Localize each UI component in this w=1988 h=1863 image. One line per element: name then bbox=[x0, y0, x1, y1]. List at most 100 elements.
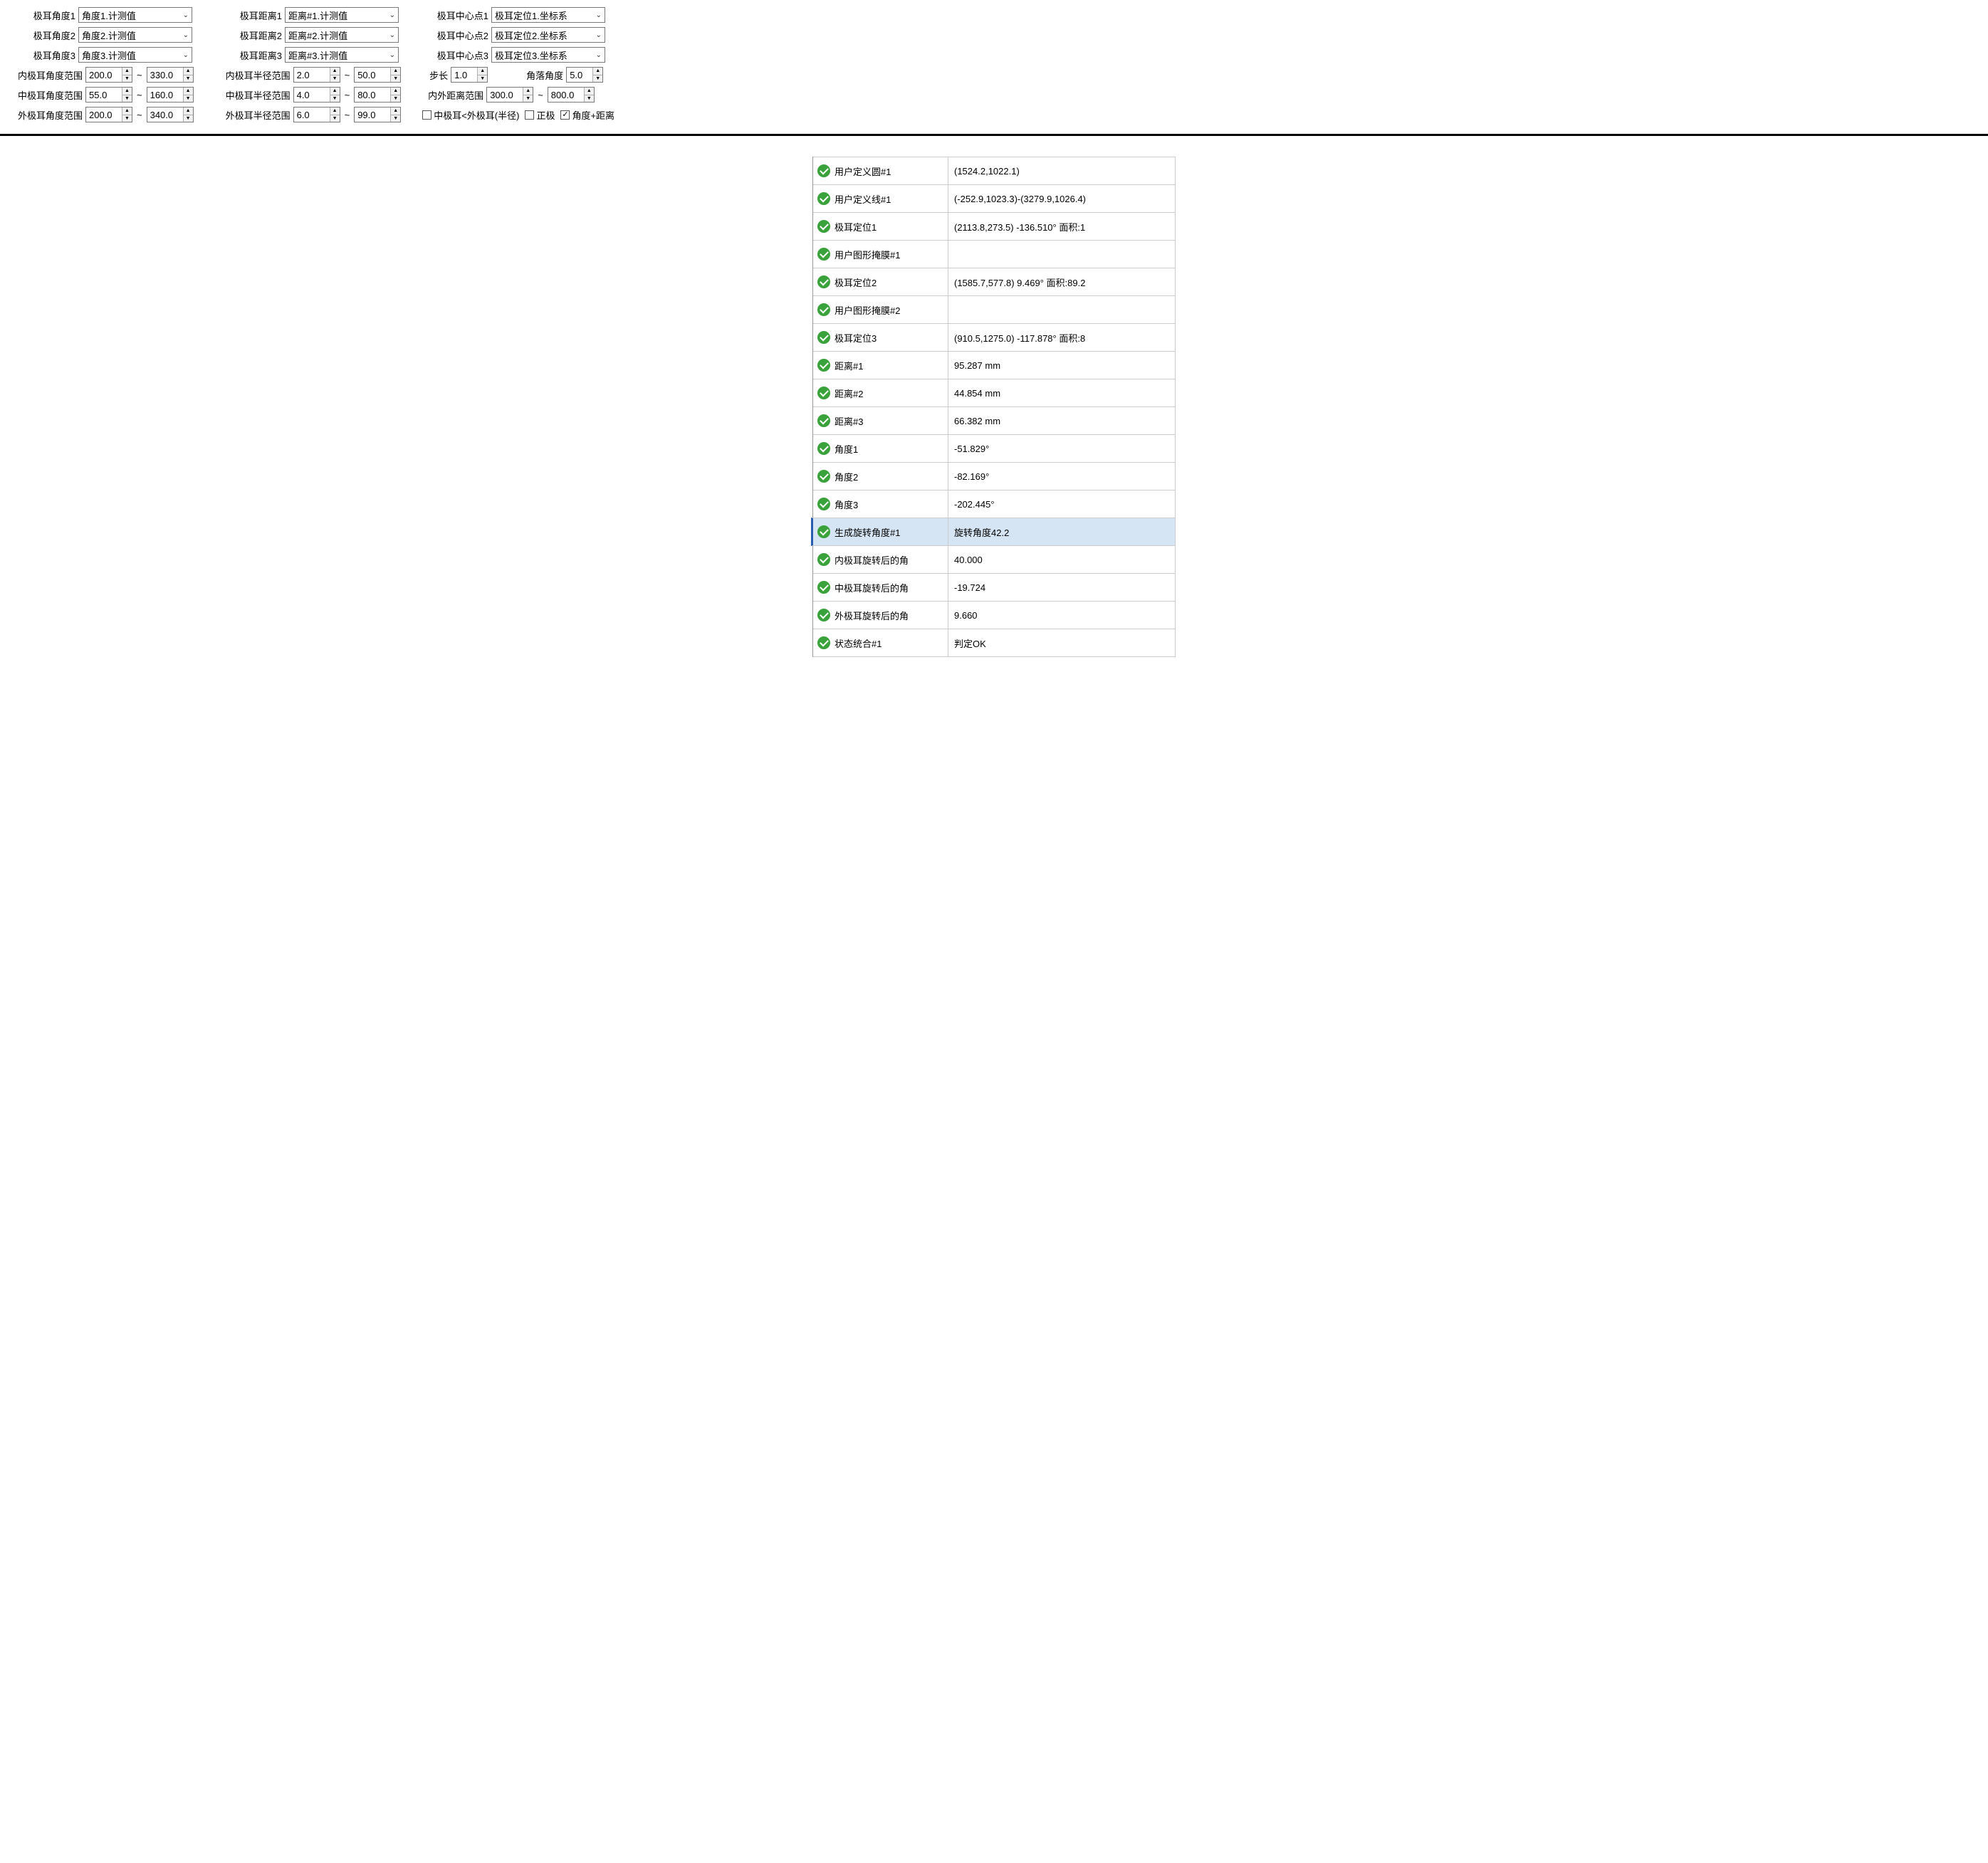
checkbox-box-icon bbox=[525, 110, 534, 120]
result-name-cell: 角度3 bbox=[813, 490, 948, 518]
result-name: 用户图形掩膜#1 bbox=[835, 248, 900, 261]
checkbox-mid-lt-outer[interactable]: 中极耳<外极耳(半径) bbox=[422, 108, 519, 122]
combo-angle3[interactable]: 角度3.计测值⌄ bbox=[78, 47, 192, 63]
check-ok-icon bbox=[817, 248, 830, 261]
middle-radius-min[interactable]: ▲▼ bbox=[293, 87, 340, 103]
result-row[interactable]: 角度3-202.445° bbox=[813, 490, 1176, 518]
result-name-cell: 状态统合#1 bbox=[813, 629, 948, 656]
outer-angle-range-label: 外极耳角度范围 bbox=[7, 108, 85, 122]
inner-radius-range-label: 内极耳半径范围 bbox=[194, 68, 293, 82]
tilde: ~ bbox=[345, 90, 350, 100]
combo-center1[interactable]: 极耳定位1.坐标系⌄ bbox=[491, 7, 605, 23]
middle-radius-max[interactable]: ▲▼ bbox=[354, 87, 401, 103]
chevron-down-icon: ⌄ bbox=[183, 11, 189, 19]
result-name-cell: 中极耳旋转后的角 bbox=[813, 574, 948, 601]
middle-angle-min[interactable]: ▲▼ bbox=[85, 87, 132, 103]
outer-radius-range-label: 外极耳半径范围 bbox=[194, 108, 293, 122]
result-row[interactable]: 用户图形掩膜#1 bbox=[813, 240, 1176, 268]
check-ok-icon bbox=[817, 164, 830, 177]
chevron-down-icon: ⌄ bbox=[389, 51, 395, 59]
result-name-cell: 角度2 bbox=[813, 463, 948, 490]
result-name-cell: 极耳定位1 bbox=[813, 213, 948, 240]
result-name: 生成旋转角度#1 bbox=[835, 525, 900, 539]
inner-radius-min[interactable]: ▲▼ bbox=[293, 67, 340, 83]
result-name: 中极耳旋转后的角 bbox=[835, 581, 909, 594]
result-row[interactable]: 极耳定位2(1585.7,577.8) 9.469° 面积:89.2 bbox=[813, 268, 1176, 296]
result-name: 极耳定位2 bbox=[835, 275, 877, 289]
check-ok-icon bbox=[817, 553, 830, 566]
checkbox-angle-dist[interactable]: ✓ 角度+距离 bbox=[560, 108, 614, 122]
result-name: 角度3 bbox=[835, 498, 858, 511]
result-name: 用户定义线#1 bbox=[835, 192, 891, 206]
result-value: 66.382 mm bbox=[948, 407, 1175, 434]
result-row[interactable]: 外极耳旋转后的角9.660 bbox=[813, 601, 1176, 629]
result-value: 44.854 mm bbox=[948, 379, 1175, 406]
parameter-panel: 极耳角度1 角度1.计测值⌄ 极耳距离1 距离#1.计测值⌄ 极耳中心点1 极耳… bbox=[0, 0, 1988, 136]
check-ok-icon bbox=[817, 498, 830, 510]
result-value bbox=[948, 241, 1175, 268]
result-name-cell: 距离#1 bbox=[813, 352, 948, 379]
combo-dist2[interactable]: 距离#2.计测值⌄ bbox=[285, 27, 399, 43]
checkbox-box-icon bbox=[422, 110, 431, 120]
chevron-down-icon: ⌄ bbox=[596, 31, 602, 39]
result-row[interactable]: 用户图形掩膜#2 bbox=[813, 295, 1176, 324]
result-row[interactable]: 极耳定位3(910.5,1275.0) -117.878° 面积:8 bbox=[813, 323, 1176, 352]
result-row[interactable]: 距离#366.382 mm bbox=[813, 406, 1176, 435]
result-name-cell: 距离#2 bbox=[813, 379, 948, 406]
result-row[interactable]: 生成旋转角度#1 旋转角度42.2 bbox=[811, 518, 1176, 546]
result-name: 距离#2 bbox=[835, 387, 863, 400]
result-row[interactable]: 中极耳旋转后的角-19.724 bbox=[813, 573, 1176, 602]
inner-angle-max[interactable]: ▲▼ bbox=[147, 67, 194, 83]
inner-radius-max[interactable]: ▲▼ bbox=[354, 67, 401, 83]
check-ok-icon bbox=[817, 470, 830, 483]
result-value: 旋转角度42.2 bbox=[948, 518, 1175, 545]
range-row-middle: 中极耳角度范围 ▲▼ ~ ▲▼ 中极耳半径范围 ▲▼ ~ ▲▼ 内外距离范围 ▲… bbox=[7, 87, 1981, 103]
chevron-down-icon: ⌄ bbox=[389, 31, 395, 39]
combo-center3[interactable]: 极耳定位3.坐标系⌄ bbox=[491, 47, 605, 63]
check-ok-icon bbox=[817, 525, 830, 538]
combo-dist3[interactable]: 距离#3.计测值⌄ bbox=[285, 47, 399, 63]
step-spinner[interactable]: ▲▼ bbox=[451, 67, 488, 83]
result-row[interactable]: 极耳定位1(2113.8,273.5) -136.510° 面积:1 bbox=[813, 212, 1176, 241]
result-value: (-252.9,1023.3)-(3279.9,1026.4) bbox=[948, 185, 1175, 212]
combo-center2[interactable]: 极耳定位2.坐标系⌄ bbox=[491, 27, 605, 43]
middle-angle-max[interactable]: ▲▼ bbox=[147, 87, 194, 103]
result-name: 角度1 bbox=[835, 442, 858, 456]
tilde: ~ bbox=[137, 110, 142, 120]
corner-angle-label: 角落角度 bbox=[488, 68, 566, 82]
result-value: (1524.2,1022.1) bbox=[948, 157, 1175, 184]
result-value: (910.5,1275.0) -117.878° 面积:8 bbox=[948, 324, 1175, 351]
result-row[interactable]: 距离#195.287 mm bbox=[813, 351, 1176, 379]
inout-dist-min[interactable]: ▲▼ bbox=[486, 87, 533, 103]
result-row[interactable]: 距离#2 44.854 mm bbox=[813, 379, 1176, 407]
outer-angle-max[interactable]: ▲▼ bbox=[147, 107, 194, 122]
outer-angle-min[interactable]: ▲▼ bbox=[85, 107, 132, 122]
result-row[interactable]: 内极耳旋转后的角40.000 bbox=[813, 545, 1176, 574]
result-row[interactable]: 状态统合#1判定OK bbox=[813, 629, 1176, 657]
inout-dist-max[interactable]: ▲▼ bbox=[548, 87, 595, 103]
result-row[interactable]: 角度2-82.169° bbox=[813, 462, 1176, 490]
result-name-cell: 用户定义圆#1 bbox=[813, 157, 948, 184]
check-ok-icon bbox=[817, 192, 830, 205]
range-row-outer: 外极耳角度范围 ▲▼ ~ ▲▼ 外极耳半径范围 ▲▼ ~ ▲▼ 中极耳<外极耳(… bbox=[7, 107, 1981, 122]
combo-row-3: 极耳角度3 角度3.计测值⌄ 极耳距离3 距离#3.计测值⌄ 极耳中心点3 极耳… bbox=[7, 47, 1981, 63]
check-ok-icon bbox=[817, 636, 830, 649]
outer-radius-max[interactable]: ▲▼ bbox=[354, 107, 401, 122]
outer-radius-min[interactable]: ▲▼ bbox=[293, 107, 340, 122]
label-dist2: 极耳距离2 bbox=[192, 28, 285, 42]
combo-angle2[interactable]: 角度2.计测值⌄ bbox=[78, 27, 192, 43]
checkbox-positive[interactable]: 正极 bbox=[525, 108, 555, 122]
check-ok-icon bbox=[817, 581, 830, 594]
inner-angle-min[interactable]: ▲▼ bbox=[85, 67, 132, 83]
result-row[interactable]: 用户定义圆#1(1524.2,1022.1) bbox=[813, 157, 1176, 185]
result-row[interactable]: 角度1-51.829° bbox=[813, 434, 1176, 463]
label-angle3: 极耳角度3 bbox=[7, 48, 78, 62]
label-center3: 极耳中心点3 bbox=[399, 48, 491, 62]
corner-angle-spinner[interactable]: ▲▼ bbox=[566, 67, 603, 83]
result-value: (2113.8,273.5) -136.510° 面积:1 bbox=[948, 213, 1175, 240]
result-row[interactable]: 用户定义线#1 (-252.9,1023.3)-(3279.9,1026.4) bbox=[813, 184, 1176, 213]
combo-angle1[interactable]: 角度1.计测值⌄ bbox=[78, 7, 192, 23]
result-name-cell: 生成旋转角度#1 bbox=[813, 518, 948, 545]
result-value: 95.287 mm bbox=[948, 352, 1175, 379]
combo-dist1[interactable]: 距离#1.计测值⌄ bbox=[285, 7, 399, 23]
